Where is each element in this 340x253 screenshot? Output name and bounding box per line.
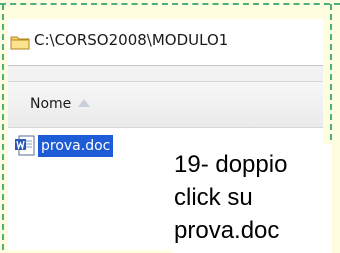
caption-line: 19- doppio [174, 151, 288, 178]
caption-line: click su [174, 184, 253, 211]
caption-line: prova.doc [174, 217, 280, 244]
column-header-label: Nome [30, 96, 72, 112]
slide-frame-left-border [2, 4, 4, 250]
sort-ascending-icon [78, 99, 90, 107]
folder-icon [10, 36, 30, 50]
address-bar[interactable]: C:\CORSO2008\MODULO1 [8, 19, 323, 66]
slide-frame-top-border [0, 3, 340, 5]
word-document-icon [15, 135, 35, 156]
file-name[interactable]: prova.doc [38, 135, 114, 157]
explorer-window: C:\CORSO2008\MODULO1 Nome prova.doc 19- … [8, 19, 332, 253]
instruction-caption: 19- doppio click su prova.doc [172, 144, 332, 253]
list-item[interactable]: prova.doc [14, 135, 174, 159]
address-path[interactable]: C:\CORSO2008\MODULO1 [34, 31, 228, 49]
column-header-name[interactable]: Nome [8, 81, 323, 128]
toolbar-gap [8, 66, 323, 81]
